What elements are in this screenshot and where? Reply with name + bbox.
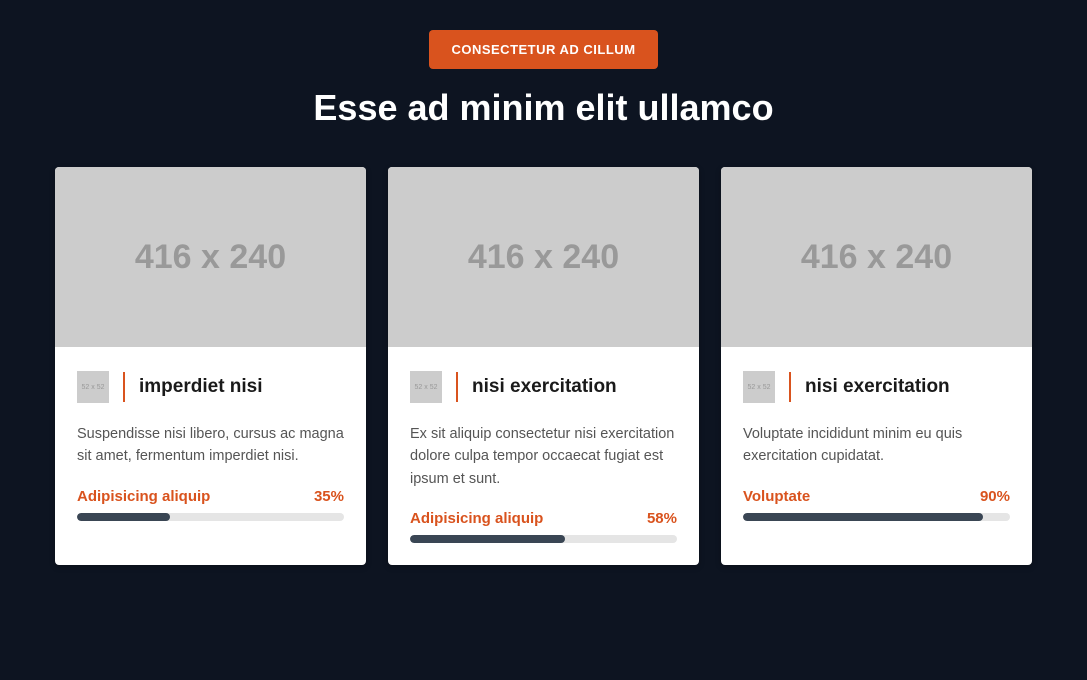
card-text: Suspendisse nisi libero, cursus ac magna… [77,423,344,468]
progress-fill [77,513,170,521]
progress-label: Voluptate [743,488,810,505]
progress-row: Adipisicing aliquip 58% [410,510,677,527]
progress-percent: 90% [980,488,1010,505]
card-2[interactable]: 416 x 240 52 x 52 nisi exercitation Ex s… [388,167,699,565]
card-body: 52 x 52 imperdiet nisi Suspendisse nisi … [55,347,366,543]
progress-percent: 35% [314,488,344,505]
card-1[interactable]: 416 x 240 52 x 52 imperdiet nisi Suspend… [55,167,366,565]
card-image-placeholder: 416 x 240 [55,167,366,347]
progress-fill [410,535,565,543]
progress-percent: 58% [647,510,677,527]
progress-fill [743,513,983,521]
progress-bar [410,535,677,543]
header: CONSECTETUR AD CILLUM Esse ad minim elit… [55,30,1032,129]
progress-row: Adipisicing aliquip 35% [77,488,344,505]
card-body: 52 x 52 nisi exercitation Voluptate inci… [721,347,1032,543]
card-head: 52 x 52 imperdiet nisi [77,371,344,403]
card-head: 52 x 52 nisi exercitation [743,371,1010,403]
card-body: 52 x 52 nisi exercitation Ex sit aliquip… [388,347,699,565]
card-3[interactable]: 416 x 240 52 x 52 nisi exercitation Volu… [721,167,1032,565]
main-container: CONSECTETUR AD CILLUM Esse ad minim elit… [0,0,1087,565]
card-text: Ex sit aliquip consectetur nisi exercita… [410,423,677,490]
card-image-placeholder: 416 x 240 [388,167,699,347]
card-title: nisi exercitation [805,376,950,398]
card-icon-placeholder: 52 x 52 [410,371,442,403]
card-divider [123,372,125,402]
page-title: Esse ad minim elit ullamco [55,87,1032,129]
card-title: nisi exercitation [472,376,617,398]
card-divider [789,372,791,402]
card-title: imperdiet nisi [139,376,263,398]
progress-label: Adipisicing aliquip [410,510,543,527]
progress-bar [743,513,1010,521]
progress-label: Adipisicing aliquip [77,488,210,505]
card-head: 52 x 52 nisi exercitation [410,371,677,403]
header-badge: CONSECTETUR AD CILLUM [429,30,657,69]
progress-bar [77,513,344,521]
card-divider [456,372,458,402]
card-image-placeholder: 416 x 240 [721,167,1032,347]
card-text: Voluptate incididunt minim eu quis exerc… [743,423,1010,468]
progress-row: Voluptate 90% [743,488,1010,505]
card-icon-placeholder: 52 x 52 [743,371,775,403]
card-icon-placeholder: 52 x 52 [77,371,109,403]
cards-row: 416 x 240 52 x 52 imperdiet nisi Suspend… [55,167,1032,565]
